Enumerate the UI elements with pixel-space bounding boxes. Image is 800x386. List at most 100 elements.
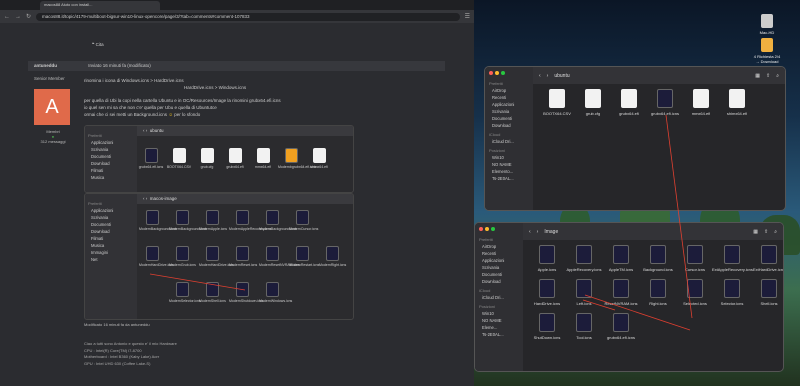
browser-tab[interactable]: macos88 Aiuto con install... — [40, 1, 160, 10]
file-item[interactable]: Left.icns — [564, 279, 604, 306]
embedded-sidebar-item[interactable]: Download — [91, 161, 134, 166]
post-author[interactable]: antuneddu — [34, 63, 57, 68]
file-item[interactable]: Selected.icns — [675, 279, 715, 306]
embedded-file[interactable]: ModernCursor.icns — [289, 210, 318, 231]
file-item[interactable]: AppleRecovery.icns — [564, 245, 604, 272]
embedded-sidebar-item[interactable]: Filmati — [91, 236, 134, 241]
file-item[interactable]: grub.cfg — [573, 89, 613, 116]
sidebar-item[interactable]: Documenti — [482, 272, 519, 277]
file-item[interactable]: ResetNVRAM.icns — [601, 279, 641, 306]
embedded-file[interactable]: ModernShell.icns — [199, 282, 226, 303]
sidebar-item[interactable]: Recenti — [492, 95, 529, 100]
embedded-sidebar-item[interactable]: Musica — [91, 175, 134, 180]
file-item[interactable]: ExtHardDrive.icns — [749, 245, 783, 272]
embedded-file[interactable]: ModernResetNVRAM.icns — [259, 246, 300, 267]
embedded-file[interactable]: ModernBackground.icns — [259, 210, 297, 231]
file-item[interactable]: shimx64.efi — [717, 89, 757, 116]
embedded-file[interactable]: Modernbgrubx64.efi.icns — [278, 148, 316, 169]
share-icon[interactable]: ⇧ — [766, 73, 770, 79]
embedded-sidebar-item[interactable]: Filmati — [91, 168, 134, 173]
close-icon[interactable] — [489, 71, 493, 75]
embedded-file[interactable]: ModernReset.icns — [229, 246, 257, 267]
file-item[interactable]: Background.icns — [638, 245, 678, 272]
embedded-file[interactable]: grubx64.efi — [222, 148, 248, 169]
embedded-file[interactable]: mmx64.efi — [250, 148, 276, 169]
embedded-file[interactable]: ModernRestart.icns — [289, 246, 319, 267]
forward-icon[interactable]: → — [15, 14, 21, 20]
embedded-file[interactable]: ModernHardDrive.icns — [139, 246, 174, 267]
file-item[interactable]: Selector.icns — [712, 279, 752, 306]
file-item[interactable]: AppleTM.icns — [601, 245, 641, 272]
file-item[interactable]: Cursor.icns — [675, 245, 715, 272]
file-item[interactable]: ShutDown.icns — [527, 313, 567, 340]
embedded-sidebar-item[interactable]: Musica — [91, 243, 134, 248]
embedded-sidebar-item[interactable]: Documenti — [91, 222, 134, 227]
sidebar-item[interactable]: Win10 — [492, 155, 529, 160]
zoom-icon[interactable] — [501, 71, 505, 75]
embedded-file[interactable]: ModernAppleRecovery.icns — [229, 210, 272, 231]
file-item[interactable]: Right.icns — [638, 279, 678, 306]
sidebar-item[interactable]: Applicazioni — [482, 258, 519, 263]
embedded-file[interactable]: ModernSelector.icns — [169, 282, 201, 303]
embedded-file[interactable]: grubx64.efi.icns — [138, 148, 164, 169]
sidebar-item[interactable]: iCloud Dri... — [482, 295, 519, 300]
embedded-sidebar-item[interactable]: Documenti — [91, 154, 134, 159]
sidebar-item[interactable]: Download — [492, 123, 529, 128]
embedded-file[interactable]: ModernRight.icns — [319, 246, 346, 267]
forward-icon[interactable]: › — [547, 73, 549, 79]
embedded-file[interactable]: BOOTX64.CSV — [166, 148, 192, 169]
search-icon[interactable]: ⌕ — [774, 229, 777, 235]
forward-icon[interactable]: › — [537, 229, 539, 235]
file-item[interactable]: Tool.icns — [564, 313, 604, 340]
embedded-sidebar-item[interactable]: Net — [91, 257, 134, 262]
view-icon[interactable]: ▦ — [753, 229, 758, 235]
address-bar[interactable]: macos88.it/topic/4179-multiboot-bigsur-w… — [36, 12, 460, 21]
sidebar-item[interactable]: NO NAME — [492, 162, 529, 167]
embedded-file[interactable]: ModernApple.icns — [199, 210, 227, 231]
desktop-drive-icon[interactable]: Mac-HD — [752, 14, 782, 35]
sidebar-item[interactable]: Ts-2E0AL... — [492, 176, 529, 181]
file-item[interactable]: ExtAppleRecovery.icns — [712, 245, 753, 272]
sidebar-item[interactable]: AirDrop — [482, 244, 519, 249]
file-item[interactable]: grubx64.efi.icns — [645, 89, 685, 116]
back-icon[interactable]: ‹ — [539, 73, 541, 79]
window-controls[interactable] — [479, 227, 519, 233]
sidebar-item[interactable]: Scrivania — [482, 265, 519, 270]
zoom-icon[interactable] — [491, 227, 495, 231]
embedded-file[interactable]: ModernGrub.icns — [169, 246, 196, 267]
back-icon[interactable]: ← — [4, 14, 10, 20]
extensions-icon[interactable]: ☰ — [465, 13, 470, 20]
file-item[interactable]: mmx64.efi — [681, 89, 721, 116]
embedded-sidebar-item[interactable]: Scrivania — [91, 147, 134, 152]
sidebar-item[interactable]: iCloud Dri... — [492, 139, 529, 144]
search-icon[interactable]: ⌕ — [776, 73, 779, 79]
minimize-icon[interactable] — [495, 71, 499, 75]
sidebar-item[interactable]: Applicazioni — [492, 102, 529, 107]
embedded-file[interactable]: ModernWindows.icns — [259, 282, 292, 303]
sidebar-item[interactable]: Recenti — [482, 251, 519, 256]
embedded-sidebar-item[interactable]: Download — [91, 229, 134, 234]
embedded-sidebar-item[interactable]: Applicazioni — [91, 208, 134, 213]
view-icon[interactable]: ▦ — [755, 73, 760, 79]
sidebar-item[interactable]: NO NAME — [482, 318, 519, 323]
embedded-file[interactable]: ModernBackground.icns — [169, 210, 207, 231]
sidebar-item[interactable]: Scrivania — [492, 109, 529, 114]
sidebar-item[interactable]: Documenti — [492, 116, 529, 121]
embedded-sidebar-item[interactable]: Immagini — [91, 250, 134, 255]
embedded-file[interactable]: ModernBackground.icns — [139, 210, 177, 231]
close-icon[interactable] — [479, 227, 483, 231]
embedded-file[interactable]: ModernHardDrive.icns — [199, 246, 234, 267]
embedded-file[interactable]: ModernShutdown.icns — [229, 282, 264, 303]
file-item[interactable]: Apple.icns — [527, 245, 567, 272]
sidebar-item[interactable]: Ts-2E0AL... — [482, 332, 519, 337]
sidebar-item[interactable]: Eleme... — [482, 325, 519, 330]
share-icon[interactable]: ⇧ — [764, 229, 768, 235]
file-item[interactable]: BOOTX64.CSV — [537, 89, 577, 116]
file-item[interactable]: grubx64.efi.icns — [601, 313, 641, 340]
file-item[interactable]: grubx64.efi — [609, 89, 649, 116]
quote-button[interactable]: ❝ Cita — [92, 42, 104, 48]
desktop-file-icon[interactable]: 4 Richiesta 2/4 → Download — [752, 38, 782, 64]
sidebar-item[interactable]: Elemento... — [492, 169, 529, 174]
embedded-sidebar-item[interactable]: Scrivania — [91, 215, 134, 220]
embedded-file[interactable]: shimx64.efi — [306, 148, 332, 169]
